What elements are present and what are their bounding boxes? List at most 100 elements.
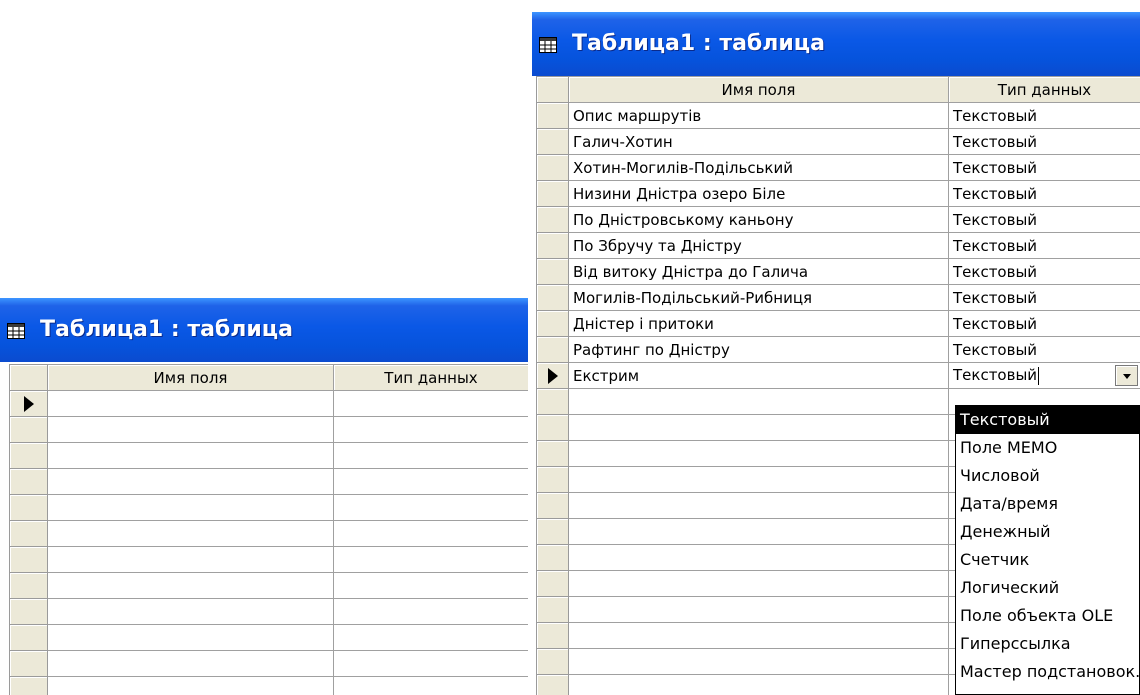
data-type-cell[interactable]: Текстовый bbox=[948, 310, 1140, 337]
row-selector[interactable] bbox=[536, 180, 569, 207]
dropdown-option[interactable]: Счетчик bbox=[956, 546, 1139, 574]
dropdown-option[interactable]: Мастер подстановок... bbox=[956, 658, 1139, 686]
field-name-cell[interactable] bbox=[47, 416, 334, 443]
row-selector[interactable] bbox=[9, 390, 48, 417]
data-type-cell[interactable] bbox=[333, 650, 528, 677]
row-selector[interactable] bbox=[536, 206, 569, 233]
field-name-cell[interactable]: По Збручу та Дністру bbox=[568, 232, 949, 259]
row-selector[interactable] bbox=[536, 414, 569, 441]
row-selector[interactable] bbox=[9, 650, 48, 677]
data-type-cell[interactable]: Текстовый bbox=[948, 284, 1140, 311]
field-name-cell[interactable]: Могилів-Подільський-Рибниця bbox=[568, 284, 949, 311]
field-name-cell[interactable] bbox=[47, 598, 334, 625]
row-selector[interactable] bbox=[9, 624, 48, 651]
row-selector[interactable] bbox=[536, 466, 569, 493]
dropdown-option[interactable]: Числовой bbox=[956, 462, 1139, 490]
row-selector[interactable] bbox=[9, 494, 48, 521]
field-name-cell[interactable] bbox=[47, 520, 334, 547]
field-name-cell[interactable] bbox=[47, 468, 334, 495]
row-selector[interactable] bbox=[9, 442, 48, 469]
row-selector[interactable] bbox=[536, 128, 569, 155]
dropdown-arrow-icon[interactable] bbox=[1115, 365, 1138, 386]
field-name-cell[interactable] bbox=[47, 390, 334, 417]
field-name-cell[interactable] bbox=[568, 518, 949, 545]
row-selector[interactable] bbox=[9, 598, 48, 625]
field-name-cell[interactable] bbox=[568, 596, 949, 623]
data-type-cell[interactable]: Текстовый bbox=[948, 336, 1140, 363]
dropdown-option[interactable]: Текстовый bbox=[956, 406, 1139, 434]
field-name-cell[interactable] bbox=[47, 650, 334, 677]
field-name-cell[interactable]: Дністер і притоки bbox=[568, 310, 949, 337]
field-name-cell[interactable]: По Дністровському каньону bbox=[568, 206, 949, 233]
row-selector[interactable] bbox=[536, 492, 569, 519]
data-type-cell[interactable] bbox=[333, 468, 528, 495]
row-selector[interactable] bbox=[536, 388, 569, 415]
dropdown-option[interactable]: Денежный bbox=[956, 518, 1139, 546]
row-selector[interactable] bbox=[536, 232, 569, 259]
field-name-cell[interactable] bbox=[47, 624, 334, 651]
field-name-cell[interactable] bbox=[568, 622, 949, 649]
row-selector[interactable] bbox=[536, 284, 569, 311]
data-type-cell[interactable]: Текстовый bbox=[948, 102, 1140, 129]
row-selector[interactable] bbox=[536, 336, 569, 363]
field-name-cell[interactable] bbox=[47, 442, 334, 469]
left-title-bar[interactable]: Таблица1 : таблица bbox=[0, 298, 528, 362]
row-selector[interactable] bbox=[536, 440, 569, 467]
field-name-cell[interactable] bbox=[568, 570, 949, 597]
field-name-cell[interactable] bbox=[568, 414, 949, 441]
data-type-cell[interactable]: Текстовый bbox=[948, 232, 1140, 259]
row-selector[interactable] bbox=[536, 622, 569, 649]
field-name-cell[interactable]: Опис маршрутів bbox=[568, 102, 949, 129]
data-type-cell[interactable] bbox=[333, 572, 528, 599]
field-name-cell[interactable] bbox=[568, 648, 949, 675]
field-name-cell[interactable] bbox=[47, 494, 334, 521]
row-selector[interactable] bbox=[536, 362, 569, 389]
corner-cell[interactable] bbox=[9, 364, 48, 391]
right-title-bar[interactable]: Таблица1 : таблица bbox=[532, 12, 1140, 76]
row-selector[interactable] bbox=[536, 102, 569, 129]
field-name-cell[interactable] bbox=[568, 674, 949, 695]
field-name-cell[interactable]: Рафтинг по Дністру bbox=[568, 336, 949, 363]
data-type-combo[interactable]: Текстовый bbox=[948, 362, 1140, 389]
row-selector[interactable] bbox=[9, 676, 48, 695]
corner-cell[interactable] bbox=[536, 76, 569, 103]
field-name-cell[interactable]: Низини Дністра озеро Біле bbox=[568, 180, 949, 207]
dropdown-option[interactable]: Гиперссылка bbox=[956, 630, 1139, 658]
data-type-cell[interactable]: Текстовый bbox=[948, 258, 1140, 285]
dropdown-option[interactable]: Логический bbox=[956, 574, 1139, 602]
data-type-cell[interactable]: Текстовый bbox=[948, 154, 1140, 181]
field-name-cell[interactable] bbox=[568, 466, 949, 493]
row-selector[interactable] bbox=[536, 648, 569, 675]
dropdown-option[interactable]: Поле МЕМО bbox=[956, 434, 1139, 462]
data-type-cell[interactable] bbox=[333, 546, 528, 573]
field-name-cell[interactable]: Від витоку Дністра до Галича bbox=[568, 258, 949, 285]
data-type-cell[interactable] bbox=[333, 598, 528, 625]
data-type-cell[interactable]: Текстовый bbox=[948, 180, 1140, 207]
row-selector[interactable] bbox=[536, 570, 569, 597]
data-type-dropdown-list[interactable]: Текстовый Поле МЕМО Числовой Дата/время Дене… bbox=[955, 405, 1140, 695]
row-selector[interactable] bbox=[536, 258, 569, 285]
field-name-cell[interactable] bbox=[568, 544, 949, 571]
row-selector[interactable] bbox=[9, 468, 48, 495]
row-selector[interactable] bbox=[9, 546, 48, 573]
dropdown-option[interactable]: Дата/время bbox=[956, 490, 1139, 518]
data-type-cell[interactable]: Текстовый bbox=[948, 206, 1140, 233]
row-selector[interactable] bbox=[536, 518, 569, 545]
field-name-cell[interactable] bbox=[568, 492, 949, 519]
data-type-cell[interactable] bbox=[333, 390, 528, 417]
row-selector[interactable] bbox=[9, 572, 48, 599]
data-type-cell[interactable] bbox=[333, 442, 528, 469]
row-selector[interactable] bbox=[9, 416, 48, 443]
row-selector[interactable] bbox=[536, 596, 569, 623]
data-type-cell[interactable]: Текстовый bbox=[948, 128, 1140, 155]
data-type-cell[interactable] bbox=[333, 624, 528, 651]
row-selector[interactable] bbox=[536, 310, 569, 337]
row-selector[interactable] bbox=[9, 520, 48, 547]
field-name-cell[interactable]: Екстрим bbox=[568, 362, 949, 389]
field-name-cell[interactable] bbox=[47, 676, 334, 695]
data-type-cell[interactable] bbox=[333, 494, 528, 521]
field-name-cell[interactable]: Галич-Хотин bbox=[568, 128, 949, 155]
dropdown-option[interactable]: Поле объекта OLE bbox=[956, 602, 1139, 630]
row-selector[interactable] bbox=[536, 154, 569, 181]
data-type-cell[interactable] bbox=[333, 520, 528, 547]
